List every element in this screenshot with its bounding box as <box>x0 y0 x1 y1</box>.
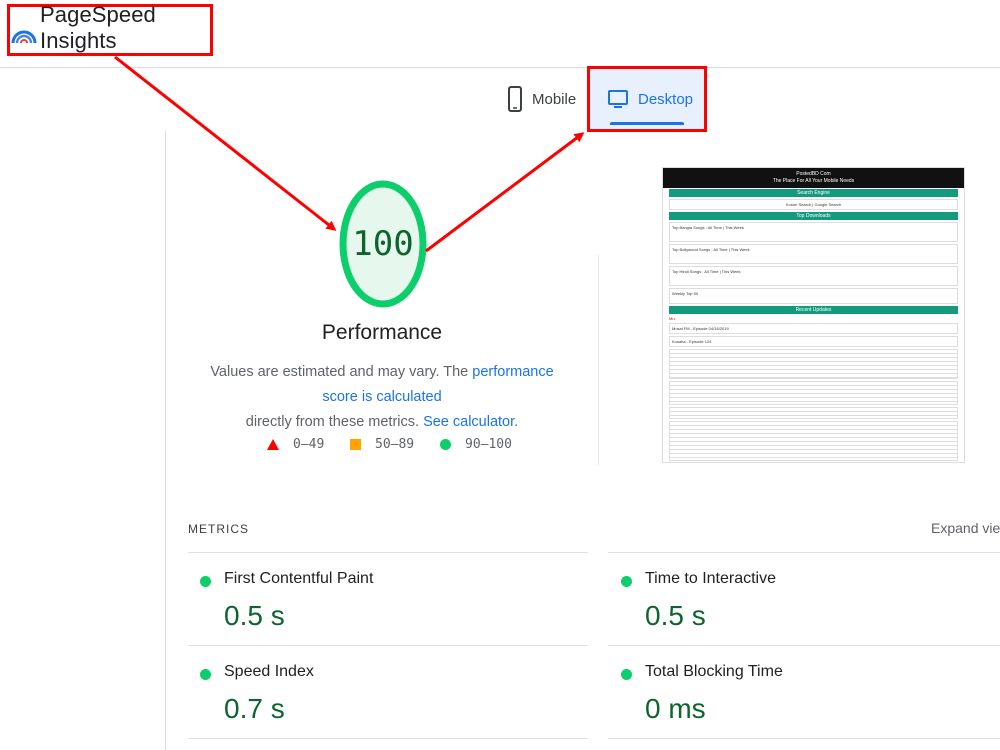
annotation-arrow <box>114 55 337 231</box>
thumb-row: Kusaha - Episode 124 <box>669 336 958 347</box>
performance-title: Performance <box>321 321 443 344</box>
thumb-row: Kolorn Search | Google Search <box>669 199 958 210</box>
pass-circle-icon <box>200 669 211 680</box>
thumb-row: Top Bangla Songs : All Time | This Week <box>669 222 958 242</box>
metric-name: Total Blocking Time <box>645 663 783 680</box>
metric-speed-index: Speed Index 0.7 s <box>200 661 580 750</box>
legend-pass: 90–100 <box>440 434 512 454</box>
thumb-site-tagline: The Place For All Your Mobile Needs <box>772 178 855 184</box>
performance-description: Values are estimated and may vary. The p… <box>196 360 568 435</box>
metric-first-contentful-paint: First Contentful Paint 0.5 s <box>200 568 580 658</box>
thumb-site-header: PostedBD Com The Place For All Your Mobi… <box>663 168 964 188</box>
thumb-bar: Recent Updates <box>669 306 958 314</box>
thumb-site-title: PostedBD Com <box>796 171 831 177</box>
divider <box>608 552 1000 553</box>
thumb-row: Top Hindi Songs : All Time | This Week <box>669 266 958 286</box>
metric-total-blocking-time: Total Blocking Time 0 ms <box>621 661 1000 750</box>
divider <box>188 552 588 553</box>
square-icon <box>350 438 361 450</box>
thumb-row <box>669 381 958 405</box>
divider <box>598 255 599 465</box>
see-calculator-link[interactable]: See calculator. <box>423 414 518 430</box>
brand-link[interactable]: PageSpeed Insights <box>7 2 213 56</box>
monitor-icon <box>608 90 628 108</box>
tab-selected-indicator <box>610 122 684 125</box>
thumb-row: Weekly Top 50 <box>669 288 958 304</box>
metric-name: First Contentful Paint <box>224 570 374 587</box>
thumb-row <box>669 349 958 379</box>
pass-circle-icon <box>621 576 632 587</box>
pagespeed-logo-icon <box>10 21 38 49</box>
metric-time-to-interactive: Time to Interactive 0.5 s <box>621 568 1000 658</box>
triangle-icon <box>267 438 279 450</box>
thumb-bar: Search Engine <box>669 189 958 197</box>
app-title: PageSpeed Insights <box>40 2 156 53</box>
performance-score: 100 <box>352 224 414 264</box>
annotation-arrow <box>425 132 585 253</box>
metric-value: 0.5 s <box>645 600 706 631</box>
tab-desktop-label: Desktop <box>638 90 694 108</box>
legend-range: 90–100 <box>465 436 512 452</box>
top-header: PageSpeed Insights <box>0 0 1000 68</box>
metric-name: Time to Interactive <box>645 570 777 587</box>
pass-circle-icon <box>200 576 211 587</box>
metric-value: 0 ms <box>645 693 706 724</box>
tab-desktop[interactable]: Desktop <box>587 66 707 132</box>
thumb-row <box>669 407 958 419</box>
circle-icon <box>440 438 451 450</box>
tab-mobile[interactable]: Mobile <box>508 66 583 132</box>
thumb-row <box>669 421 958 461</box>
performance-gauge[interactable]: 100 <box>337 178 429 310</box>
metric-value: 0.7 s <box>224 693 285 724</box>
legend-range: 50–89 <box>375 436 415 452</box>
desc-text: directly from these metrics. <box>245 414 424 430</box>
thumb-row: Mosal FM - Episode 04/16/2019 <box>669 323 958 334</box>
legend-fail: 0–49 <box>267 434 324 454</box>
expand-view-link[interactable]: Expand view <box>931 520 1000 536</box>
legend-range: 0–49 <box>293 436 325 452</box>
pass-circle-icon <box>621 669 632 680</box>
divider <box>165 130 166 750</box>
thumb-row: Top Bollywood Songs : All Time | This We… <box>669 244 958 264</box>
metric-value: 0.5 s <box>224 600 285 631</box>
phone-icon <box>508 86 522 112</box>
tab-mobile-label: Mobile <box>532 90 577 108</box>
desc-text: Values are estimated and may vary. The <box>210 364 473 380</box>
thumb-bar: Top Downloads <box>669 212 958 220</box>
thumb-text: Mu: <box>669 316 676 321</box>
metric-name: Speed Index <box>224 663 314 680</box>
metrics-heading: METRICS <box>188 522 249 536</box>
page-screenshot-thumbnail: PostedBD Com The Place For All Your Mobi… <box>662 167 965 463</box>
legend-average: 50–89 <box>350 434 414 454</box>
